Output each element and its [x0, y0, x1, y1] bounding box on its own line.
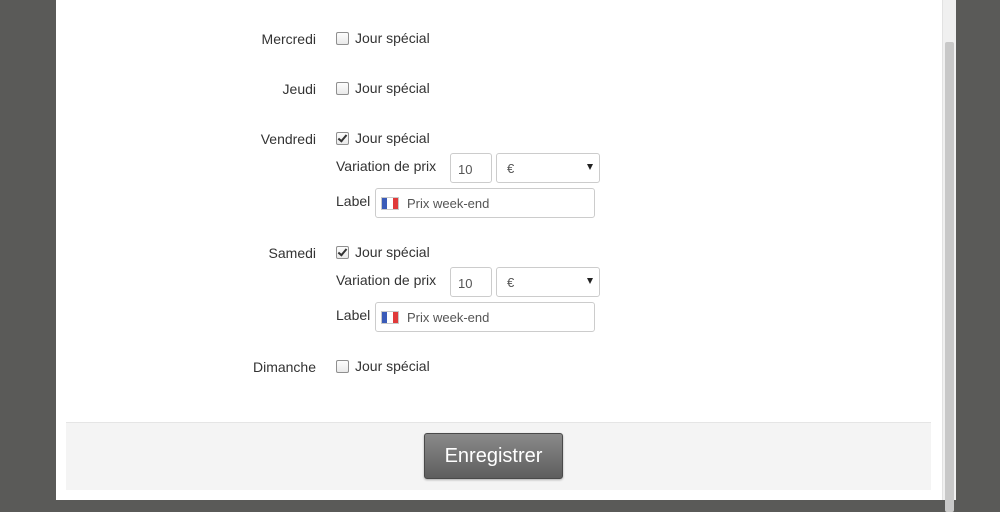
price-variation-label: Variation de prix — [336, 272, 437, 288]
label-input-value: Prix week-end — [407, 196, 490, 211]
special-day-checkbox-vendredi[interactable]: Jour spécial — [336, 130, 430, 146]
price-variation-label: Variation de prix — [336, 158, 437, 174]
vertical-scrollbar[interactable] — [942, 0, 956, 512]
checkbox-icon[interactable] — [336, 31, 349, 45]
scrollbar-thumb[interactable] — [945, 42, 954, 512]
day-label-dimanche: Dimanche — [252, 359, 316, 375]
day-label-jeudi: Jeudi — [282, 81, 316, 97]
label-input[interactable]: Prix week-end — [375, 188, 595, 218]
day-label-samedi: Samedi — [268, 245, 316, 261]
currency-select[interactable]: € — [496, 153, 600, 183]
modal-dialog: Mercredi Jour spécial Jeudi Jour spécial… — [56, 0, 942, 500]
currency-value: € — [507, 275, 515, 290]
chevron-down-icon — [587, 164, 593, 170]
checkbox-checked-icon[interactable] — [336, 131, 349, 145]
checkbox-icon[interactable] — [336, 81, 349, 95]
price-variation-input[interactable]: 10 — [450, 267, 492, 297]
day-label-mercredi: Mercredi — [261, 31, 316, 47]
currency-select[interactable]: € — [496, 267, 600, 297]
special-day-label: Jour spécial — [355, 30, 430, 46]
label-input-value: Prix week-end — [407, 310, 490, 325]
label-field-label: Label — [336, 193, 371, 209]
special-day-label: Jour spécial — [355, 130, 430, 146]
chevron-down-icon — [587, 278, 593, 284]
special-day-checkbox-dimanche[interactable]: Jour spécial — [336, 358, 430, 374]
special-day-label: Jour spécial — [355, 358, 430, 374]
label-input[interactable]: Prix week-end — [375, 302, 595, 332]
special-day-label: Jour spécial — [355, 244, 430, 260]
checkbox-checked-icon[interactable] — [336, 245, 349, 259]
currency-value: € — [507, 161, 515, 176]
special-day-label: Jour spécial — [355, 80, 430, 96]
price-variation-input[interactable]: 10 — [450, 153, 492, 183]
checkbox-icon[interactable] — [336, 359, 349, 373]
flag-france-icon — [382, 312, 398, 323]
special-day-checkbox-samedi[interactable]: Jour spécial — [336, 244, 430, 260]
save-button[interactable]: Enregistrer — [424, 433, 563, 479]
special-day-checkbox-mercredi[interactable]: Jour spécial — [336, 30, 430, 46]
modal-footer: Enregistrer — [66, 422, 931, 490]
special-day-checkbox-jeudi[interactable]: Jour spécial — [336, 80, 430, 96]
flag-france-icon — [382, 198, 398, 209]
day-label-vendredi: Vendredi — [260, 131, 316, 147]
label-field-label: Label — [336, 307, 371, 323]
